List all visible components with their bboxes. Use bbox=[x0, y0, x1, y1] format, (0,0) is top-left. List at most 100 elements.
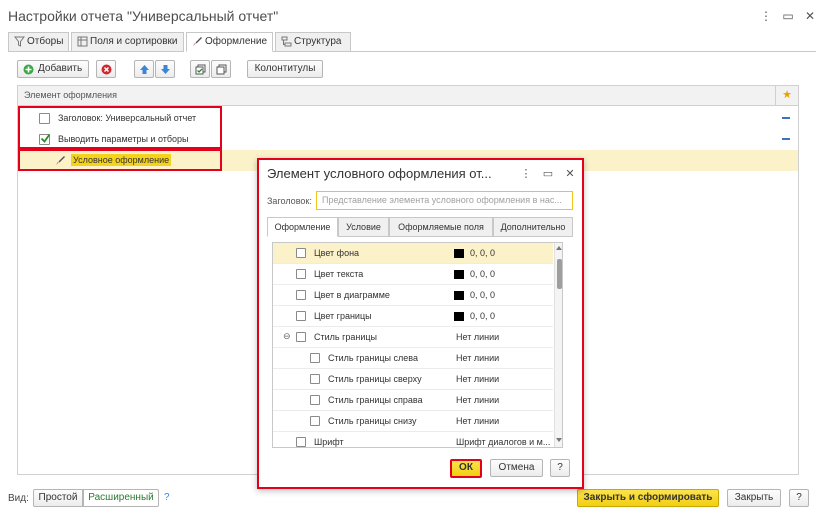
property-checkbox[interactable] bbox=[296, 332, 306, 342]
appearance-properties-list[interactable]: Цвет фона 0, 0, 0 Цвет текста 0, 0, 0 Цв… bbox=[272, 242, 563, 448]
property-row[interactable]: Цвет текста 0, 0, 0 bbox=[273, 264, 553, 285]
scroll-thumb[interactable] bbox=[557, 259, 562, 289]
tab-label: Структура bbox=[294, 36, 342, 47]
property-value[interactable]: Нет линии bbox=[456, 353, 499, 363]
fields-icon bbox=[77, 36, 88, 47]
more-options-icon[interactable]: ⋮ bbox=[759, 9, 773, 23]
arrow-down-icon bbox=[161, 65, 170, 74]
property-row[interactable]: Цвет в диаграмме 0, 0, 0 bbox=[273, 285, 553, 306]
highlight-frame bbox=[18, 149, 222, 171]
property-name: Цвет границы bbox=[314, 311, 372, 321]
structure-icon bbox=[281, 36, 292, 47]
property-name: Стиль границы сверху bbox=[328, 374, 422, 384]
tab-label: Отборы bbox=[27, 36, 64, 47]
tab-appearance[interactable]: Оформление bbox=[186, 32, 273, 52]
close-button[interactable]: Закрыть bbox=[727, 489, 781, 507]
property-checkbox[interactable] bbox=[310, 353, 320, 363]
cancel-button[interactable]: Отмена bbox=[490, 459, 543, 477]
help-link[interactable]: ? bbox=[164, 492, 170, 503]
arrow-up-icon bbox=[140, 65, 149, 74]
dialog-tab-condition[interactable]: Условие bbox=[338, 217, 389, 237]
check-all-button[interactable] bbox=[190, 60, 210, 78]
highlight-frame bbox=[18, 106, 222, 149]
vertical-scrollbar[interactable] bbox=[554, 243, 562, 447]
color-swatch[interactable] bbox=[454, 312, 464, 321]
restore-icon[interactable]: ▭ bbox=[781, 9, 795, 23]
property-name: Стиль границы слева bbox=[328, 353, 418, 363]
move-down-button[interactable] bbox=[155, 60, 175, 78]
property-row[interactable]: Стиль границы справа Нет линии bbox=[273, 390, 553, 411]
property-checkbox[interactable] bbox=[296, 311, 306, 321]
move-up-button[interactable] bbox=[134, 60, 154, 78]
property-value[interactable]: Шрифт диалогов и м... bbox=[456, 437, 550, 447]
property-name: Стиль границы bbox=[314, 332, 378, 342]
property-value[interactable]: Нет линии bbox=[456, 395, 499, 405]
property-row[interactable]: Шрифт Шрифт диалогов и м... bbox=[273, 432, 553, 447]
property-value[interactable]: Нет линии bbox=[456, 416, 499, 426]
property-value[interactable]: 0, 0, 0 bbox=[470, 290, 495, 300]
help-button[interactable]: ? bbox=[789, 489, 809, 507]
conditional-format-dialog: Элемент условного оформления от... ⋮ ▭ ✕… bbox=[257, 158, 584, 489]
view-extended-button[interactable]: Расширенный bbox=[83, 489, 159, 507]
delete-button[interactable] bbox=[96, 60, 116, 78]
dialog-help-button[interactable]: ? bbox=[550, 459, 570, 477]
color-swatch[interactable] bbox=[454, 291, 464, 300]
dialog-tab-additional[interactable]: Дополнительно bbox=[493, 217, 573, 237]
more-options-icon[interactable]: ⋮ bbox=[520, 167, 532, 181]
color-swatch[interactable] bbox=[454, 270, 464, 279]
window-titlebar: Настройки отчета "Универсальный отчет" ⋮… bbox=[0, 0, 824, 32]
scroll-down-icon[interactable] bbox=[556, 438, 562, 442]
add-icon bbox=[23, 64, 34, 75]
property-value[interactable]: Нет линии bbox=[456, 332, 499, 342]
copy-button[interactable] bbox=[211, 60, 231, 78]
ok-button[interactable]: ОК bbox=[450, 459, 482, 478]
property-checkbox[interactable] bbox=[296, 290, 306, 300]
property-row[interactable]: Стиль границы снизу Нет линии bbox=[273, 411, 553, 432]
dialog-tab-appearance[interactable]: Оформление bbox=[267, 217, 338, 237]
property-checkbox[interactable] bbox=[310, 374, 320, 384]
property-row[interactable]: Цвет фона 0, 0, 0 bbox=[273, 243, 553, 264]
tab-divider bbox=[8, 51, 178, 52]
property-value[interactable]: 0, 0, 0 bbox=[470, 269, 495, 279]
property-checkbox[interactable] bbox=[310, 395, 320, 405]
property-value[interactable]: 0, 0, 0 bbox=[470, 311, 495, 321]
tab-structure[interactable]: Структура bbox=[275, 32, 351, 52]
check-all-icon bbox=[195, 64, 206, 75]
tab-filters[interactable]: Отборы bbox=[8, 32, 69, 52]
property-value[interactable]: 0, 0, 0 bbox=[470, 248, 495, 258]
column-header: Элемент оформления bbox=[24, 90, 117, 100]
add-button[interactable]: Добавить bbox=[17, 60, 89, 78]
color-swatch[interactable] bbox=[454, 249, 464, 258]
tab-divider bbox=[273, 51, 816, 52]
view-label: Вид: bbox=[8, 493, 29, 504]
star-icon[interactable]: ★ bbox=[775, 86, 798, 105]
scroll-up-icon[interactable] bbox=[556, 246, 562, 250]
close-and-generate-button[interactable]: Закрыть и сформировать bbox=[577, 489, 719, 507]
property-row[interactable]: Стиль границы сверху Нет линии bbox=[273, 369, 553, 390]
property-name: Стиль границы справа bbox=[328, 395, 423, 405]
restore-icon[interactable]: ▭ bbox=[542, 167, 554, 181]
tab-fields-sorting[interactable]: Поля и сортировки bbox=[71, 32, 184, 52]
property-checkbox[interactable] bbox=[296, 269, 306, 279]
property-row[interactable]: ⊖ Стиль границы Нет линии bbox=[273, 327, 553, 348]
copy-icon bbox=[216, 64, 227, 75]
headers-footers-button[interactable]: Колонтитулы bbox=[247, 60, 323, 78]
tab-label: Поля и сортировки bbox=[90, 36, 178, 47]
property-checkbox[interactable] bbox=[310, 416, 320, 426]
property-row[interactable]: Стиль границы слева Нет линии bbox=[273, 348, 553, 369]
property-row[interactable]: Цвет границы 0, 0, 0 bbox=[273, 306, 553, 327]
window-title: Настройки отчета "Универсальный отчет" bbox=[8, 8, 279, 24]
grid-header: Элемент оформления ★ bbox=[18, 86, 798, 106]
close-icon[interactable]: ✕ bbox=[803, 9, 817, 23]
property-name: Стиль границы снизу bbox=[328, 416, 417, 426]
dialog-tab-formatted-fields[interactable]: Оформляемые поля bbox=[389, 217, 493, 237]
property-checkbox[interactable] bbox=[296, 437, 306, 447]
view-simple-button[interactable]: Простой bbox=[33, 489, 83, 507]
property-value[interactable]: Нет линии bbox=[456, 374, 499, 384]
header-label: Заголовок: bbox=[267, 196, 312, 206]
close-icon[interactable]: ✕ bbox=[564, 167, 576, 181]
header-input[interactable]: Представление элемента условного оформле… bbox=[316, 191, 573, 210]
property-checkbox[interactable] bbox=[296, 248, 306, 258]
collapse-icon[interactable]: ⊖ bbox=[283, 331, 291, 342]
tab-label: Оформление bbox=[205, 36, 268, 47]
